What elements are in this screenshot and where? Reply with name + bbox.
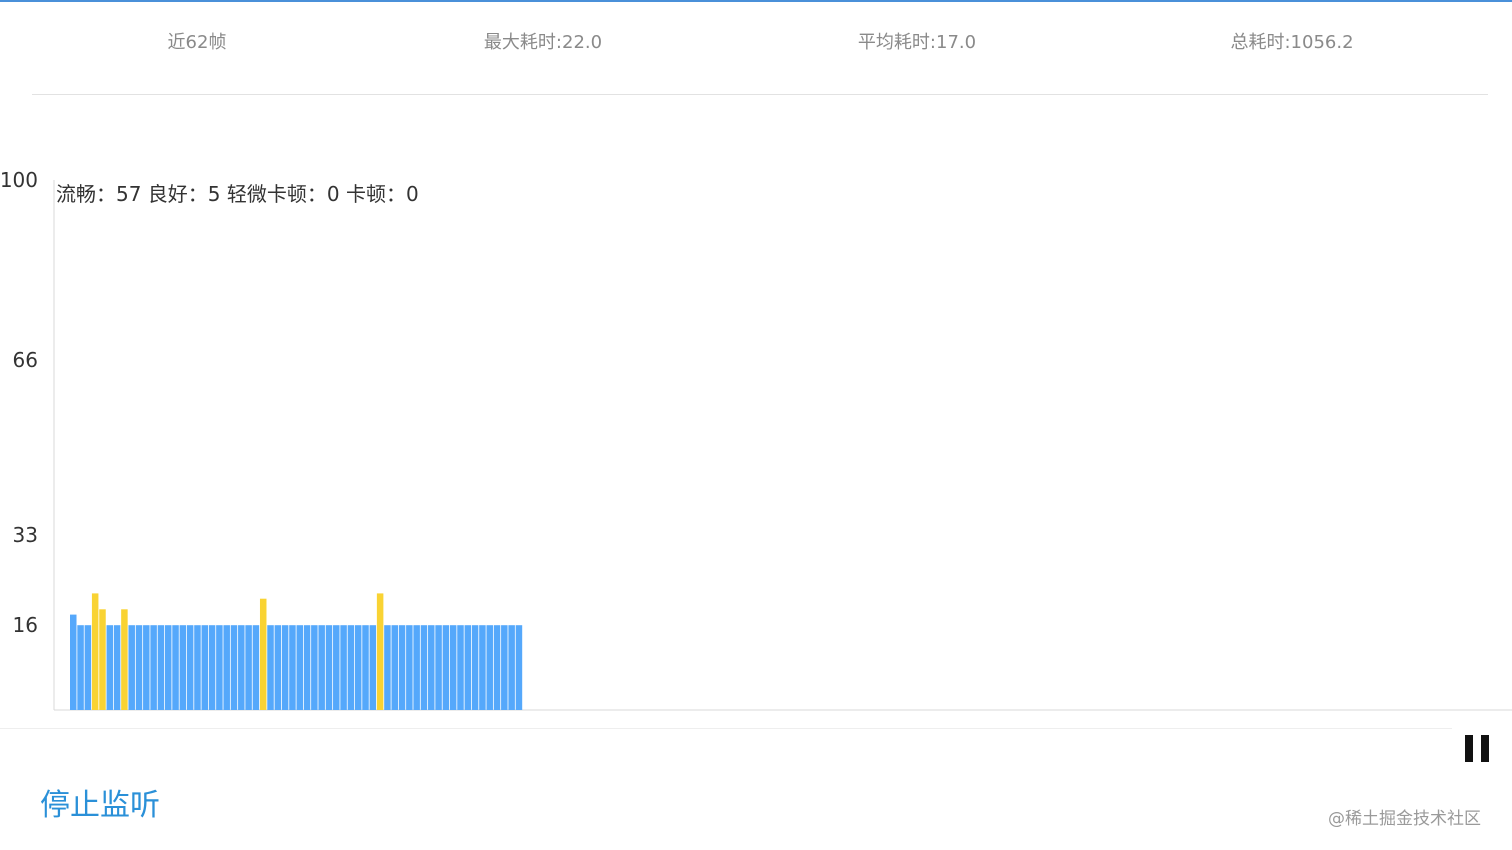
bottom-separator <box>0 728 1452 729</box>
stat-max-time: 最大耗时:22.0 <box>483 32 603 53</box>
watermark: @稀土掘金技术社区 <box>1328 809 1481 829</box>
bar-41 <box>369 625 377 710</box>
stop-listening-button[interactable]: 停止监听 <box>40 780 160 824</box>
bar-61 <box>515 625 523 710</box>
bar-56 <box>479 625 486 710</box>
bar-0 <box>70 614 77 710</box>
bar-43 <box>384 625 391 710</box>
bar-28 <box>274 625 282 710</box>
bar-45 <box>398 625 406 710</box>
bar-34 <box>318 625 325 710</box>
y-tick-label-66: 66 <box>13 348 38 372</box>
stat-recent-frames: 近62帧 <box>167 32 227 53</box>
bar-14 <box>172 625 179 710</box>
top-accent-line <box>0 0 1512 2</box>
frame-summary: 流畅：57 良好：5 轻微卡顿：0 卡顿：0 <box>56 182 419 206</box>
bar-33 <box>311 625 318 710</box>
bar-54 <box>464 625 472 710</box>
bar-13 <box>164 625 172 710</box>
bar-3 <box>91 593 99 710</box>
bar-26 <box>259 598 267 710</box>
bar-35 <box>325 625 333 710</box>
bar-38 <box>347 625 355 710</box>
bar-15 <box>179 625 187 710</box>
bar-8 <box>128 625 135 710</box>
bar-20 <box>216 625 223 710</box>
bar-19 <box>208 625 216 710</box>
bar-46 <box>406 625 413 710</box>
stats-row: 近62帧 最大耗时:22.0 平均耗时:17.0 总耗时:1056.2 <box>0 28 1512 64</box>
bar-48 <box>420 625 428 710</box>
bar-22 <box>230 625 238 710</box>
bar-36 <box>333 625 340 710</box>
bar-10 <box>143 625 150 710</box>
bar-53 <box>457 625 464 710</box>
bar-57 <box>486 625 493 710</box>
bar-5 <box>106 625 114 710</box>
bar-42 <box>376 593 384 710</box>
bar-37 <box>340 625 347 710</box>
bar-23 <box>238 625 245 710</box>
frame-time-chart: 100 66 33 16 <box>0 160 1512 720</box>
bar-49 <box>428 625 435 710</box>
bar-25 <box>252 625 260 710</box>
bar-55 <box>471 625 479 710</box>
stat-avg-time: 平均耗时:17.0 <box>857 32 977 53</box>
bar-27 <box>267 625 274 710</box>
bar-32 <box>303 625 311 710</box>
stat-total-time: 总耗时:1056.2 <box>1230 32 1354 53</box>
stats-divider <box>32 94 1488 95</box>
bar-9 <box>135 625 143 710</box>
bar-24 <box>245 625 252 710</box>
bar-2 <box>84 625 92 710</box>
bar-29 <box>281 625 289 710</box>
bar-11 <box>150 625 157 710</box>
y-tick-label-16: 16 <box>13 613 38 637</box>
bar-39 <box>354 625 362 710</box>
frame-time-chart-svg: 100 66 33 16 <box>0 168 1512 711</box>
bar-47 <box>413 625 420 710</box>
bar-50 <box>435 625 442 710</box>
bar-21 <box>223 625 230 710</box>
bar-40 <box>362 625 369 710</box>
bar-17 <box>194 625 201 710</box>
bar-7 <box>121 609 128 710</box>
bar-6 <box>113 625 121 710</box>
bar-59 <box>501 625 508 710</box>
bar-31 <box>296 625 304 710</box>
bar-52 <box>449 625 457 710</box>
y-tick-label-100: 100 <box>0 168 38 192</box>
y-tick-label-33: 33 <box>13 523 38 547</box>
bar-58 <box>493 625 501 710</box>
pause-button[interactable] <box>1460 732 1494 766</box>
bar-4 <box>99 609 106 710</box>
bar-18 <box>201 625 209 710</box>
frame-monitor-screen: 近62帧 最大耗时:22.0 平均耗时:17.0 总耗时:1056.2 100 6… <box>0 0 1512 850</box>
bar-12 <box>157 625 165 710</box>
bar-1 <box>77 625 84 710</box>
bar-44 <box>391 625 398 710</box>
bar-60 <box>508 625 515 710</box>
bar-51 <box>442 625 450 710</box>
bar-30 <box>289 625 296 710</box>
bar-16 <box>186 625 194 710</box>
